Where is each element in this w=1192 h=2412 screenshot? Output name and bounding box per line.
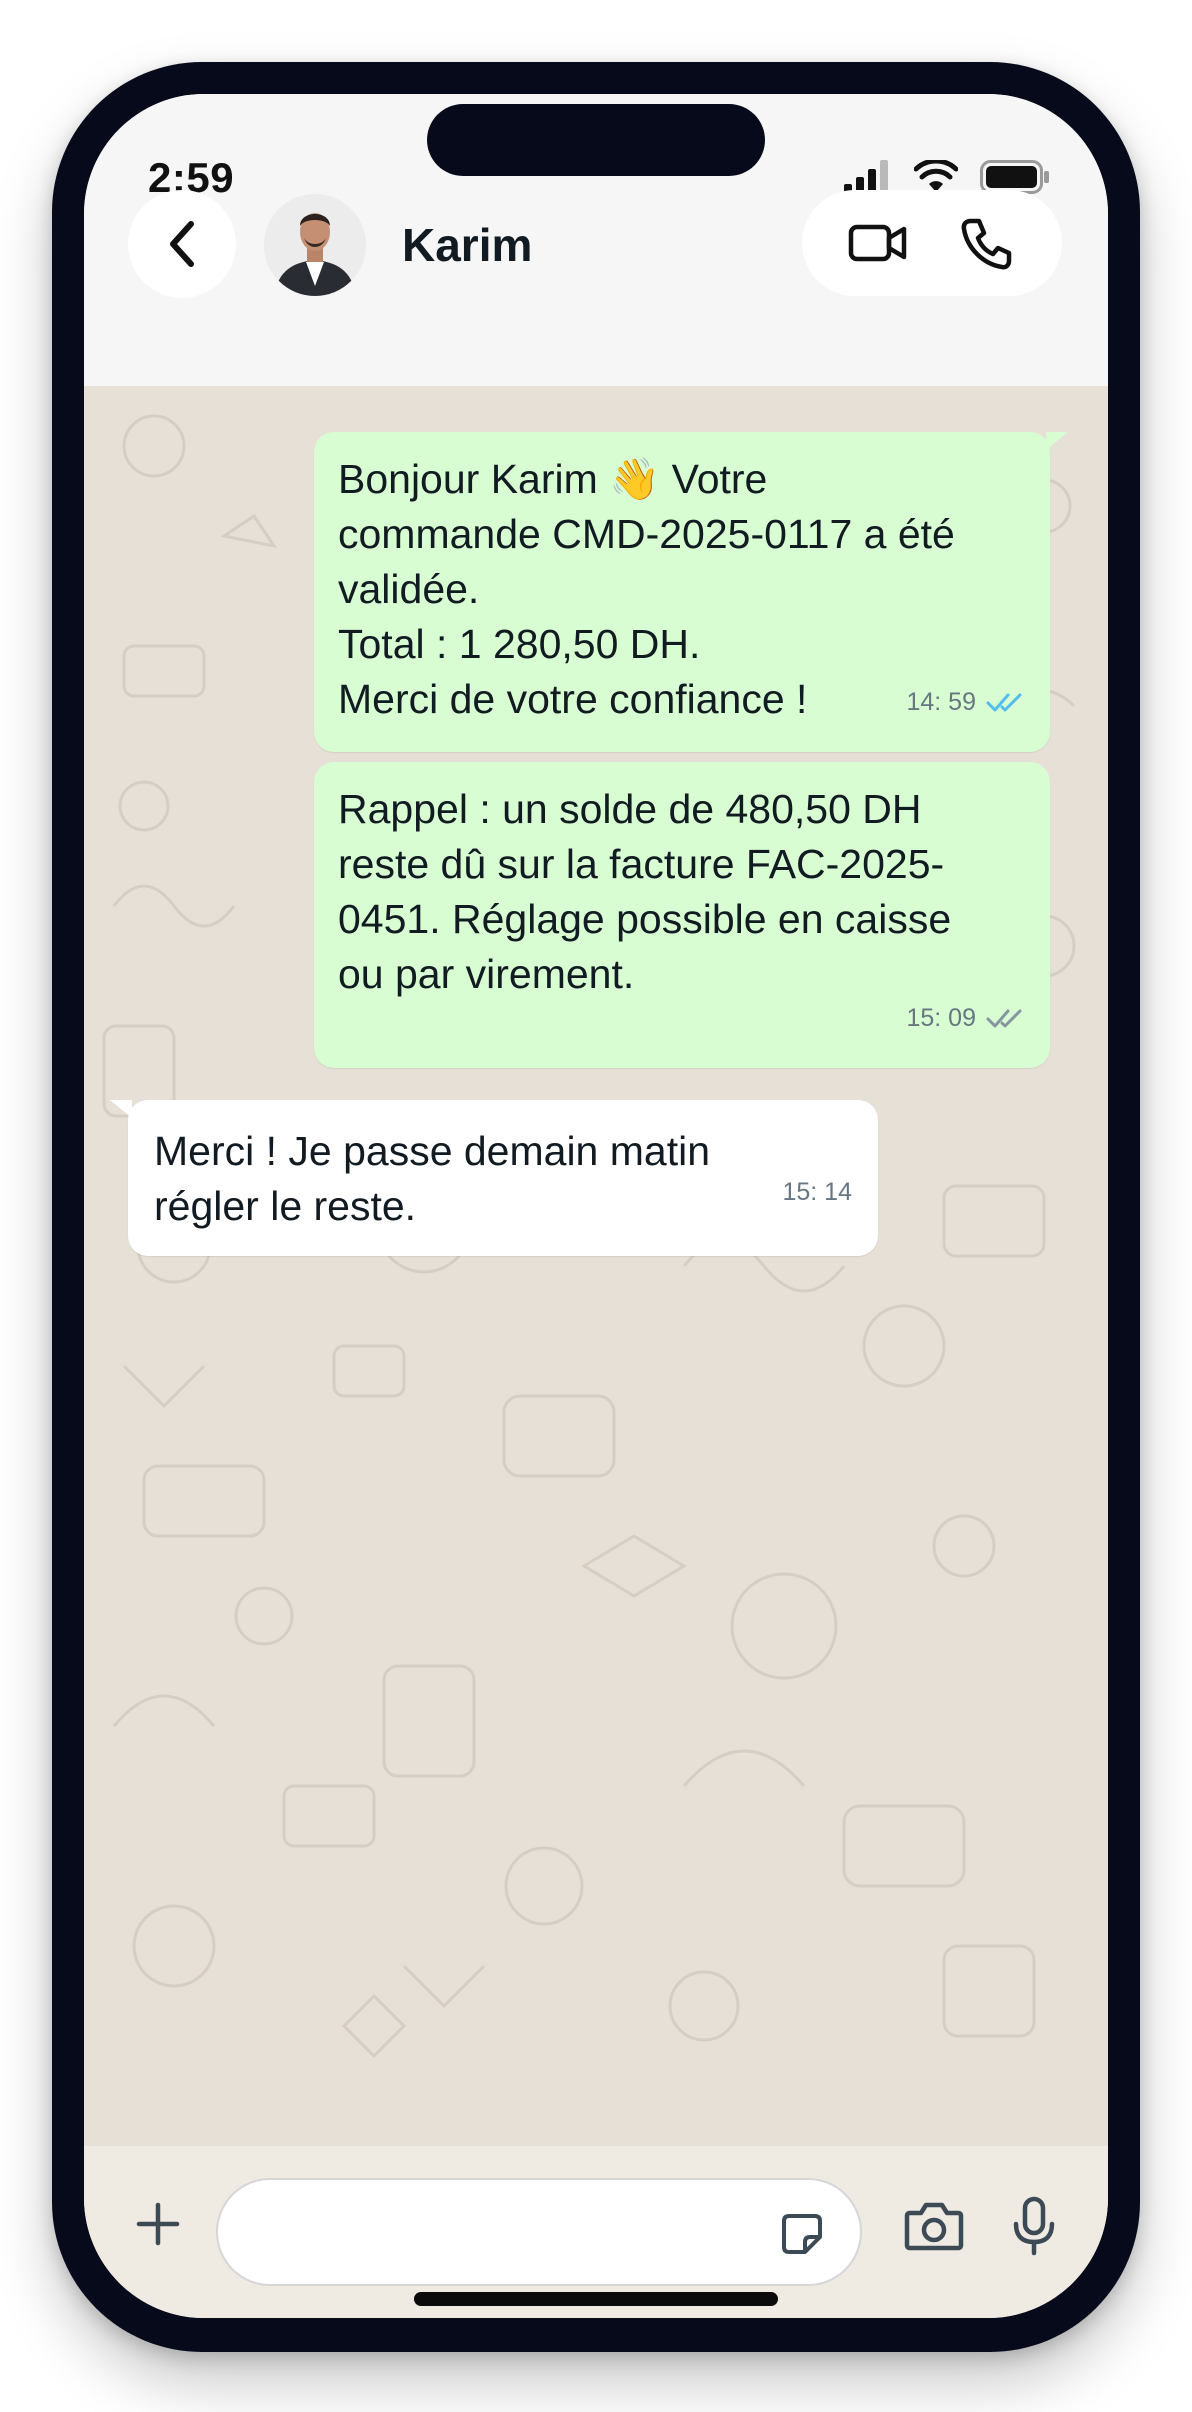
message-input[interactable] [248,2202,772,2264]
message-meta: 15: 14 [782,1165,852,1220]
contact-avatar[interactable] [264,194,366,296]
message-bubble-incoming[interactable]: Merci ! Je passe demain matin régler le … [110,1100,878,1256]
camera-icon [904,2202,964,2251]
phone-icon [961,218,1012,270]
message-time: 15: 14 [782,1178,852,1206]
chat-area[interactable]: Bonjour Karim 👋 Votre commande CMD-2025-… [84,386,1108,2146]
sticker-icon [782,2214,822,2254]
message-meta: 15: 09 [906,991,1030,1046]
video-call-button[interactable] [846,218,910,268]
contact-name[interactable]: Karim [402,218,532,272]
status-icons [844,160,1050,194]
chevron-left-icon [170,221,194,267]
message-text: Rappel : un solde de 480,50 DH reste dû … [338,786,952,997]
message-time: 15: 09 [906,1004,976,1032]
dynamic-island [427,104,765,176]
bubble-tail [110,1100,132,1118]
delivered-receipt-icon [986,1009,1022,1027]
back-button[interactable] [128,190,236,298]
message-time: 14: 59 [906,688,976,716]
bubble-tail [1046,432,1068,450]
microphone-icon [1013,2196,1055,2256]
message-input-container[interactable] [216,2178,862,2286]
message-bubble-outgoing[interactable]: Bonjour Karim 👋 Votre commande CMD-2025-… [314,432,1068,752]
wifi-icon [914,160,958,192]
sticker-button[interactable] [780,2212,824,2256]
read-receipt-icon [986,693,1022,711]
plus-icon [136,2202,180,2246]
voice-call-button[interactable] [958,216,1014,272]
avatar-photo [264,194,366,296]
video-camera-icon [848,224,907,262]
call-actions [802,190,1062,296]
phone-screen: 2:59 Karim Bonjour Karim 👋 Votre command… [84,94,1108,2318]
message-bubble-outgoing[interactable]: Rappel : un solde de 480,50 DH reste dû … [314,762,1050,1068]
camera-button[interactable] [902,2198,966,2254]
microphone-button[interactable] [1010,2194,1058,2258]
home-indicator[interactable] [414,2292,778,2306]
attach-button[interactable] [128,2194,188,2254]
message-meta: 14: 59 [906,675,1030,730]
battery-icon [980,160,1049,194]
message-text: Merci ! Je passe demain matin régler le … [154,1128,711,1229]
cellular-signal-icon [844,160,888,194]
